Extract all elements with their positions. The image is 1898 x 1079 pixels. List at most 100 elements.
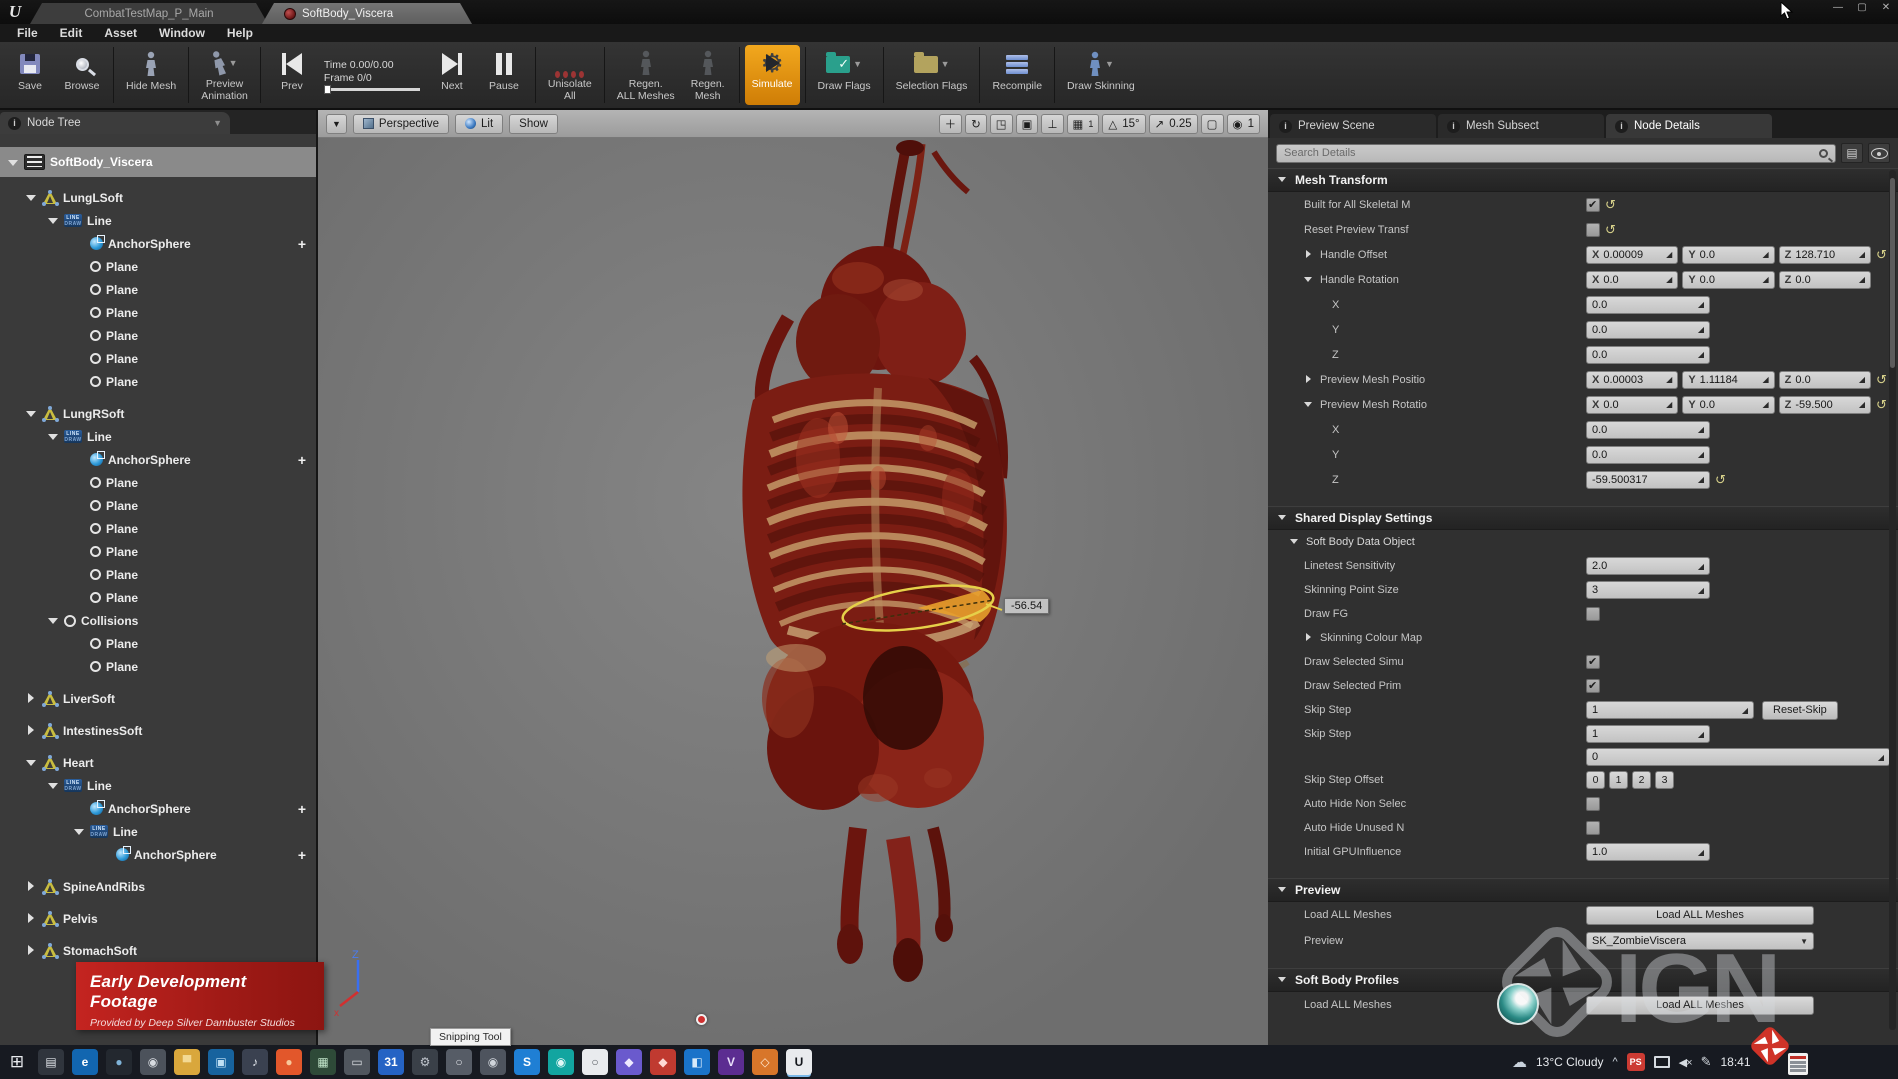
slider-knob[interactable] bbox=[324, 85, 331, 94]
hide-mesh-button[interactable]: Hide Mesh bbox=[119, 45, 183, 105]
tree-item[interactable]: Plane + bbox=[0, 471, 316, 494]
close-button[interactable]: ✕ bbox=[1878, 2, 1894, 13]
weather-label[interactable]: 13°C Cloudy bbox=[1536, 1055, 1604, 1069]
tree-item[interactable]: AnchorSphere + bbox=[0, 797, 316, 820]
app-icon-1[interactable]: ▤ bbox=[38, 1049, 64, 1075]
app-icon-10[interactable]: ○ bbox=[582, 1049, 608, 1075]
x-field[interactable]: X0.00009◢ bbox=[1586, 246, 1678, 264]
checkbox[interactable] bbox=[1586, 607, 1600, 621]
tree-item[interactable]: Plane + bbox=[0, 370, 316, 393]
tab-softbody-viscera[interactable]: SoftBody_Viscera bbox=[262, 3, 472, 24]
expander-icon[interactable] bbox=[46, 779, 59, 792]
property-group[interactable]: Soft Body Data Object bbox=[1268, 530, 1898, 554]
app-icon-11[interactable]: ◆ bbox=[616, 1049, 642, 1075]
recompile-button[interactable]: Recompile bbox=[985, 45, 1049, 105]
search-input[interactable]: Search Details bbox=[1276, 144, 1836, 163]
viewport-options-button[interactable]: ▼ bbox=[326, 114, 347, 134]
playstation-icon[interactable]: PS bbox=[1627, 1053, 1645, 1071]
tree-item[interactable]: StomachSoft + bbox=[0, 939, 316, 962]
property-group[interactable]: Skinning Colour Map bbox=[1268, 626, 1898, 650]
media-icon[interactable]: ♪ bbox=[242, 1049, 268, 1075]
list-view-button[interactable]: ▤ bbox=[1841, 143, 1863, 163]
expander-icon[interactable] bbox=[1304, 375, 1314, 385]
tree-item[interactable]: Plane + bbox=[0, 324, 316, 347]
perspective-button[interactable]: Perspective bbox=[353, 114, 449, 134]
reset-icon[interactable]: ↺ bbox=[1715, 472, 1729, 488]
checkbox[interactable] bbox=[1586, 821, 1600, 835]
add-icon[interactable]: + bbox=[298, 847, 306, 863]
tree-item[interactable]: Plane + bbox=[0, 347, 316, 370]
viewport[interactable]: ▼ Perspective Lit Show ＋ ↻ ◳ ▣ ⊥ ▦1 △15°… bbox=[318, 110, 1268, 1045]
tree-item[interactable]: LiverSoft + bbox=[0, 687, 316, 710]
expander-icon[interactable] bbox=[24, 944, 37, 957]
tree-item[interactable]: Plane + bbox=[0, 563, 316, 586]
expander-icon[interactable] bbox=[24, 692, 37, 705]
edge-icon[interactable]: e bbox=[72, 1049, 98, 1075]
offset-0-button[interactable]: 0 bbox=[1586, 771, 1605, 789]
checkbox[interactable] bbox=[1586, 223, 1600, 237]
z-field[interactable]: Z0.0◢ bbox=[1779, 271, 1871, 289]
gear-icon[interactable]: ⚙ bbox=[412, 1049, 438, 1075]
tree-item[interactable]: Line + bbox=[0, 209, 316, 232]
app-icon-12[interactable]: ◆ bbox=[650, 1049, 676, 1075]
z-field[interactable]: Z-59.500◢ bbox=[1779, 396, 1871, 414]
checkbox[interactable] bbox=[1586, 198, 1600, 212]
value-field[interactable]: 1.0◢ bbox=[1586, 843, 1710, 861]
preview-mesh-dropdown[interactable]: SK_ZombieViscera▼ bbox=[1586, 932, 1814, 950]
value-field[interactable]: 2.0◢ bbox=[1586, 557, 1710, 575]
checkbox[interactable] bbox=[1586, 655, 1600, 669]
x-field[interactable]: X0.0◢ bbox=[1586, 396, 1678, 414]
section-preview[interactable]: Preview bbox=[1268, 878, 1898, 902]
tree-item[interactable]: IntestinesSoft + bbox=[0, 719, 316, 742]
section-shared-display-settings[interactable]: Shared Display Settings bbox=[1268, 506, 1898, 530]
tree-item[interactable]: AnchorSphere + bbox=[0, 448, 316, 471]
unreal-icon[interactable]: U bbox=[786, 1049, 812, 1075]
expander-icon[interactable] bbox=[24, 724, 37, 737]
app-icon-8[interactable]: S bbox=[514, 1049, 540, 1075]
load-all-meshes-button[interactable]: Load ALL Meshes bbox=[1586, 996, 1814, 1015]
selection-flags-button[interactable]: ▼ Selection Flags bbox=[889, 45, 975, 105]
expander-icon[interactable] bbox=[1304, 275, 1314, 285]
value-field[interactable]: 0.0◢ bbox=[1586, 321, 1710, 339]
expander-icon[interactable] bbox=[1304, 250, 1314, 260]
reset-icon[interactable]: ↺ bbox=[1876, 397, 1890, 413]
x-field[interactable]: X0.00003◢ bbox=[1586, 371, 1678, 389]
volume-muted-icon[interactable]: ◀× bbox=[1679, 1056, 1692, 1069]
regen-mesh-button[interactable]: Regen. Mesh bbox=[682, 45, 734, 105]
tree-item[interactable]: Plane + bbox=[0, 540, 316, 563]
translate-tool-button[interactable]: ＋ bbox=[939, 114, 963, 134]
tree-item[interactable]: LungRSoft + bbox=[0, 402, 316, 425]
tab-node-details[interactable]: iNode Details bbox=[1606, 114, 1772, 138]
tree-item[interactable]: Line + bbox=[0, 820, 316, 843]
draw-skinning-button[interactable]: ▼ Draw Skinning bbox=[1060, 45, 1142, 105]
preview-animation-button[interactable]: ▼ Preview Animation bbox=[194, 45, 255, 105]
menu-item[interactable]: Edit bbox=[49, 26, 94, 40]
tree-item[interactable]: Plane + bbox=[0, 278, 316, 301]
tree-item[interactable]: Plane + bbox=[0, 494, 316, 517]
timeline-slider[interactable] bbox=[324, 88, 420, 91]
camera-icon[interactable]: ◉ bbox=[480, 1049, 506, 1075]
y-field[interactable]: Y0.0◢ bbox=[1682, 246, 1774, 264]
tab-preview-scene[interactable]: iPreview Scene bbox=[1270, 114, 1436, 138]
visual-studio-icon[interactable]: V bbox=[718, 1049, 744, 1075]
value-field[interactable]: 0.0◢ bbox=[1586, 446, 1710, 464]
app-icon-5[interactable]: ▦ bbox=[310, 1049, 336, 1075]
file-explorer-icon[interactable]: ▀ bbox=[174, 1049, 200, 1075]
offset-2-button[interactable]: 2 bbox=[1632, 771, 1651, 789]
calendar-icon[interactable]: 31 bbox=[378, 1049, 404, 1075]
tree-item[interactable]: Plane + bbox=[0, 586, 316, 609]
y-field[interactable]: Y1.11184◢ bbox=[1682, 371, 1774, 389]
expander-icon[interactable] bbox=[46, 430, 59, 443]
taskbar-corner-icon[interactable] bbox=[1788, 1053, 1808, 1075]
app-icon-4[interactable]: ▣ bbox=[208, 1049, 234, 1075]
start-button[interactable]: ⊞ bbox=[4, 1049, 30, 1075]
app-icon-14[interactable]: ◇ bbox=[752, 1049, 778, 1075]
weather-icon[interactable]: ☁ bbox=[1512, 1053, 1527, 1071]
reset-skip-button[interactable]: Reset-Skip bbox=[1762, 701, 1838, 720]
viewport-canvas[interactable]: -56.54 Z x bbox=[318, 138, 1268, 1045]
expander-icon[interactable] bbox=[1304, 400, 1314, 410]
section-soft-body-profiles[interactable]: Soft Body Profiles bbox=[1268, 968, 1898, 992]
scale-tool-button[interactable]: ◳ bbox=[990, 114, 1013, 134]
expander-icon[interactable] bbox=[24, 191, 37, 204]
pen-icon[interactable]: ✎ bbox=[1701, 1054, 1712, 1070]
